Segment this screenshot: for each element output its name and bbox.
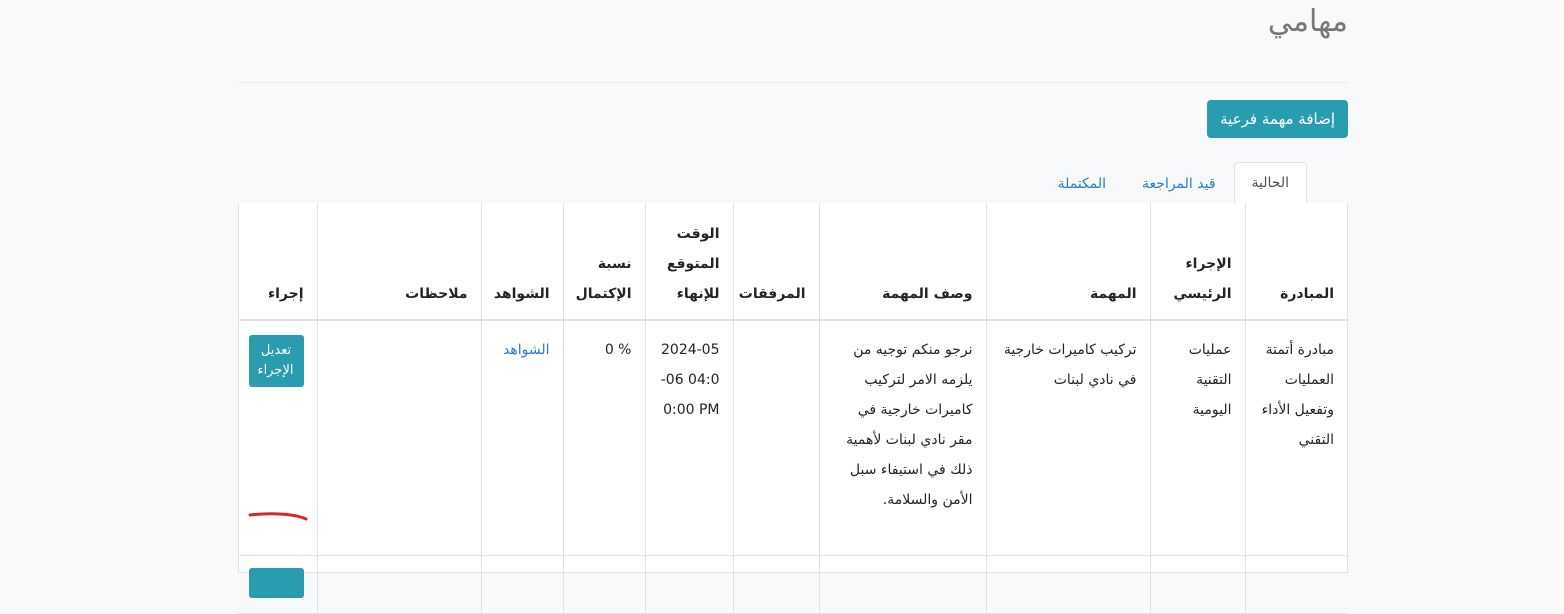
header-attachments: المرفقات bbox=[732, 203, 819, 321]
header-evidence: الشواهد bbox=[480, 203, 563, 321]
cell-completion: 0 % bbox=[562, 320, 645, 556]
header-completion: نسبة الإكتمال bbox=[562, 203, 645, 321]
header-notes: ملاحظات bbox=[316, 203, 481, 321]
table-row: مبادرة أتمتة العمليات وتفعيل الأداء التق… bbox=[238, 320, 1347, 556]
cell-notes bbox=[316, 320, 481, 556]
header-main-action: الإجراء الرئيسي bbox=[1149, 203, 1245, 321]
cell-attachments bbox=[732, 320, 819, 556]
cell-description: نرجو منكم توجيه من يلزمه الامر لتركيب كا… bbox=[818, 320, 986, 556]
table-header-row: المبادرة الإجراء الرئيسي المهمة وصف المه… bbox=[238, 203, 1347, 321]
cell-attachments bbox=[732, 555, 819, 614]
tasks-table: المبادرة الإجراء الرئيسي المهمة وصف المه… bbox=[238, 203, 1347, 614]
edit-action-button[interactable]: تعديل الإجراء bbox=[248, 335, 304, 387]
cell-evidence: الشواهد bbox=[480, 320, 563, 556]
edit-action-button[interactable] bbox=[248, 567, 304, 598]
cell-action bbox=[238, 555, 317, 614]
title-divider bbox=[238, 82, 1348, 83]
cell-main-action: عمليات التقنية اليومية bbox=[1149, 320, 1245, 556]
cell-initiative: مبادرة أتمتة العمليات وتفعيل الأداء التق… bbox=[1244, 320, 1347, 556]
tasks-table-container: المبادرة الإجراء الرئيسي المهمة وصف المه… bbox=[238, 203, 1348, 614]
tab-under-review[interactable]: قيد المراجعة bbox=[1124, 163, 1234, 204]
red-underline-annotation bbox=[248, 512, 308, 521]
cell-completion bbox=[562, 555, 645, 614]
header-description: وصف المهمة bbox=[818, 203, 986, 321]
cell-evidence bbox=[480, 555, 563, 614]
header-action: إجراء bbox=[238, 203, 317, 321]
tab-completed[interactable]: المكتملة bbox=[1040, 163, 1124, 204]
cell-task: تركيب كاميرات خارجية في نادي لبنات bbox=[985, 320, 1150, 556]
header-initiative: المبادرة bbox=[1244, 203, 1347, 321]
cell-notes bbox=[316, 555, 481, 614]
header-expected-end: الوقت المتوقع للإنهاء bbox=[644, 203, 733, 321]
cell-description bbox=[818, 555, 986, 614]
cell-main-action bbox=[1149, 555, 1245, 614]
evidence-link[interactable]: الشواهد bbox=[503, 342, 550, 358]
table-row bbox=[238, 555, 1347, 614]
cell-expected-end: 2024-05-06 04:00:00 PM bbox=[644, 320, 733, 556]
expected-end-value: 2024-05-06 04:00:00 PM bbox=[660, 342, 720, 418]
header-task: المهمة bbox=[985, 203, 1150, 321]
page-title: مهامي bbox=[1267, 4, 1348, 39]
tab-current[interactable]: الحالية bbox=[1233, 162, 1307, 204]
cell-initiative bbox=[1244, 555, 1347, 614]
cell-action: تعديل الإجراء bbox=[238, 320, 317, 556]
completion-value: 0 % bbox=[604, 342, 632, 358]
cell-expected-end bbox=[644, 555, 733, 614]
cell-task bbox=[985, 555, 1150, 614]
add-subtask-button[interactable]: إضافة مهمة فرعية bbox=[1207, 100, 1348, 138]
tasks-page: مهامي إضافة مهمة فرعية الحالية قيد المرا… bbox=[238, 0, 1348, 614]
task-tabs: الحالية قيد المراجعة المكتملة bbox=[238, 162, 1348, 204]
